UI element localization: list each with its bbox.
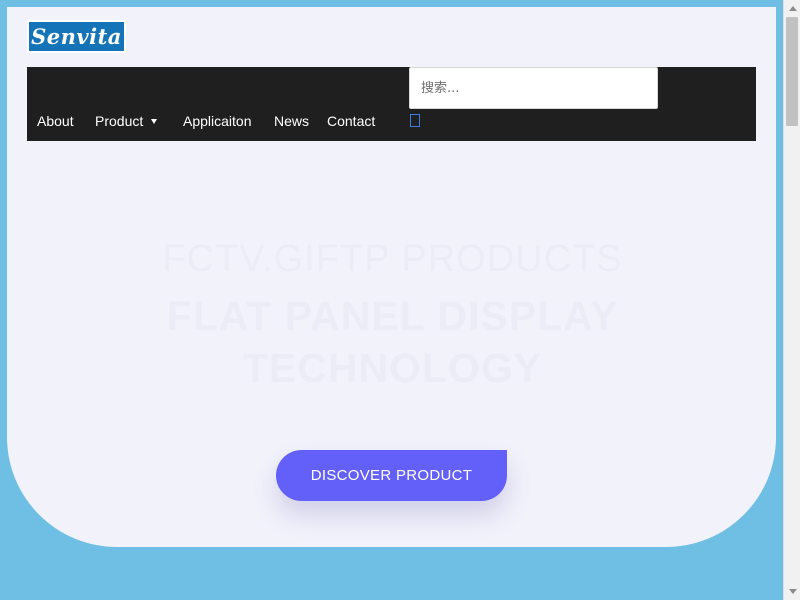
chevron-down-icon [151,119,158,124]
site-logo[interactable]: Senvita [27,20,126,53]
hero-title-line-1: FLAT PANEL DISPLAY [166,293,619,339]
nav-item-product[interactable]: Product [95,113,158,129]
discover-product-button[interactable]: DISCOVER PRODUCT [276,450,507,501]
scrollbar-thumb[interactable] [786,17,798,126]
search-input[interactable] [410,68,657,108]
hero-title: FLAT PANEL DISPLAY TECHNOLOGY [0,290,785,394]
hero-subtitle: FCTV.GIFTP PRODUCTS [162,238,623,280]
nav-item-contact[interactable]: Contact [327,113,375,129]
nav-item-application[interactable]: Applicaiton [183,113,252,129]
search-box [409,67,658,109]
vertical-scrollbar[interactable] [783,0,800,600]
scroll-down-icon[interactable] [789,589,797,594]
nav-item-news[interactable]: News [274,113,309,129]
search-icon[interactable] [410,114,420,127]
scroll-up-icon[interactable] [789,6,797,11]
hero-title-line-2: TECHNOLOGY [242,345,543,391]
nav-item-about[interactable]: About [37,113,74,129]
nav-item-product-label: Product [95,113,144,129]
